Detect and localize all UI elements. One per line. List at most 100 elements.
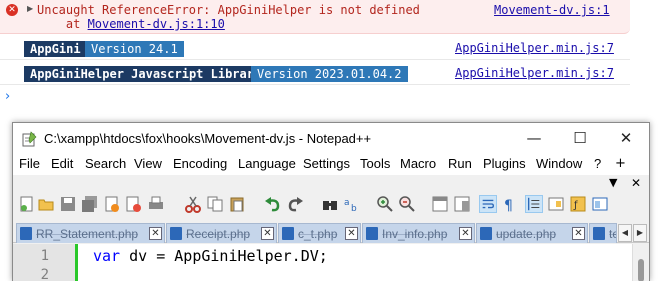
replace-icon[interactable]: ab: [343, 195, 361, 213]
sync-vertical-icon[interactable]: [431, 195, 449, 213]
find-icon[interactable]: [321, 195, 339, 213]
vertical-scrollbar[interactable]: [632, 244, 649, 281]
tab-close-icon[interactable]: ✕: [149, 227, 162, 240]
log-source-link[interactable]: AppGiniHelper.min.js:7: [455, 66, 614, 80]
zoom-in-icon[interactable]: [376, 195, 394, 213]
menu-run[interactable]: Run: [448, 156, 472, 171]
file-icon: [366, 227, 378, 240]
tab-rr-statement[interactable]: RR_Statement.php ✕: [16, 223, 165, 243]
tab-bar: RR_Statement.php ✕ Receipt.php ✕ c_t.php…: [13, 221, 649, 243]
change-history-bar: [75, 244, 78, 281]
tab-close-icon[interactable]: ✕: [459, 227, 472, 240]
menu-file[interactable]: File: [19, 156, 40, 171]
tab-label: Receipt.php: [186, 227, 251, 241]
log-badge-version: Version 24.1: [85, 41, 184, 57]
cut-icon[interactable]: [184, 195, 202, 213]
redo-icon[interactable]: [286, 195, 304, 213]
menu-plugins[interactable]: Plugins: [483, 156, 526, 171]
minimize-button[interactable]: —: [511, 123, 557, 153]
paste-icon[interactable]: [228, 195, 246, 213]
word-wrap-icon[interactable]: [479, 195, 497, 213]
show-all-chars-icon[interactable]: ¶: [501, 195, 519, 213]
file-icon: [20, 227, 32, 240]
menu-edit[interactable]: Edit: [51, 156, 73, 171]
open-file-icon[interactable]: [37, 195, 55, 213]
tab-update[interactable]: update.php ✕: [476, 223, 588, 243]
devtools-console: ✕ ▶ Uncaught ReferenceError: AppGiniHelp…: [0, 0, 660, 118]
tab-scroll-right-icon[interactable]: ▶: [633, 224, 647, 242]
code-keyword: var: [93, 247, 121, 265]
maximize-button[interactable]: ☐: [557, 123, 603, 153]
error-stack: at Movement-dv.js:1:10: [37, 17, 225, 31]
indent-guide-icon[interactable]: [525, 195, 543, 213]
print-icon[interactable]: [147, 195, 165, 213]
console-prompt-icon[interactable]: ›: [5, 89, 10, 104]
close-doc-icon[interactable]: ✕: [631, 176, 641, 190]
title-bar[interactable]: C:\xampp\htdocs\fox\hooks\Movement-dv.js…: [13, 123, 649, 153]
error-icon: ✕: [6, 4, 18, 16]
menu-macro[interactable]: Macro: [400, 156, 436, 171]
scrollbar-thumb[interactable]: [638, 259, 644, 281]
close-all-icon[interactable]: [125, 195, 143, 213]
sync-horizontal-icon[interactable]: [453, 195, 471, 213]
tab-label: Inv_info.php: [382, 227, 448, 241]
expand-arrow-icon[interactable]: ▶: [27, 4, 33, 13]
stack-prefix: at: [37, 17, 88, 31]
code-editor[interactable]: 1 2 var dv = AppGiniHelper.DV;: [13, 244, 649, 281]
svg-text:ƒ: ƒ: [573, 200, 578, 211]
menu-help[interactable]: ?: [594, 156, 601, 171]
line-number-gutter: 1 2: [13, 244, 75, 281]
tab-c-t[interactable]: c_t.php ✕: [278, 223, 361, 243]
undo-icon[interactable]: [264, 195, 282, 213]
tab-receipt[interactable]: Receipt.php ✕: [166, 223, 277, 243]
console-log-row: AppGini Version 24.1 AppGiniHelper.min.j…: [0, 36, 630, 60]
tab-close-icon[interactable]: ✕: [261, 227, 274, 240]
line-number: 2: [40, 267, 49, 281]
new-file-icon[interactable]: [18, 195, 36, 213]
zoom-out-icon[interactable]: [398, 195, 416, 213]
save-icon[interactable]: [59, 195, 77, 213]
menu-view[interactable]: View: [134, 156, 162, 171]
code-text: dv = AppGiniHelper.DV;: [120, 247, 328, 265]
tab-inv-info[interactable]: Inv_info.php ✕: [362, 223, 475, 243]
menu-settings[interactable]: Settings: [303, 156, 350, 171]
chevron-down-icon[interactable]: ▼: [609, 176, 617, 189]
tab-close-icon[interactable]: ✕: [572, 227, 585, 240]
close-file-icon[interactable]: [103, 195, 121, 213]
tab-test[interactable]: test: [589, 223, 617, 243]
error-message: Uncaught ReferenceError: AppGiniHelper i…: [37, 3, 420, 17]
svg-text:a: a: [344, 198, 350, 208]
menu-bar: File Edit Search View Encoding Language …: [13, 153, 649, 175]
menu-search[interactable]: Search: [85, 156, 126, 171]
log-source-link[interactable]: AppGiniHelper.min.js:7: [455, 41, 614, 55]
tab-scroll-left-icon[interactable]: ◀: [618, 224, 632, 242]
function-list-icon[interactable]: ƒ: [569, 195, 587, 213]
document-map-icon[interactable]: [547, 195, 565, 213]
toolbar: ab ¶ ƒ: [13, 193, 649, 217]
log-badge-version: Version 2023.01.04.2: [251, 66, 408, 82]
close-button[interactable]: ✕: [603, 123, 649, 153]
menu-language[interactable]: Language: [238, 156, 296, 171]
tab-label: update.php: [496, 227, 557, 241]
folder-workspace-icon[interactable]: [591, 195, 609, 213]
file-icon: [170, 227, 182, 240]
file-icon: [593, 227, 605, 240]
error-source-link[interactable]: Movement-dv.js:1: [494, 3, 610, 17]
save-all-icon[interactable]: [81, 195, 99, 213]
copy-icon[interactable]: [206, 195, 224, 213]
svg-text:b: b: [351, 204, 357, 213]
menu-encoding[interactable]: Encoding: [173, 156, 227, 171]
file-icon: [480, 227, 492, 240]
log-badge-library: AppGiniHelper Javascript Library: [24, 66, 268, 82]
code-line[interactable]: var dv = AppGiniHelper.DV;: [93, 247, 328, 265]
console-error-row: ✕ ▶ Uncaught ReferenceError: AppGiniHelp…: [0, 0, 630, 34]
menu-tools[interactable]: Tools: [360, 156, 390, 171]
menu-window[interactable]: Window: [536, 156, 582, 171]
tab-close-icon[interactable]: ✕: [345, 227, 358, 240]
stack-link[interactable]: Movement-dv.js:1:10: [88, 17, 225, 31]
plus-icon[interactable]: +: [615, 156, 626, 171]
log-badge-app: AppGini: [24, 41, 87, 57]
tab-label: test: [609, 227, 616, 241]
tab-label: c_t.php: [298, 227, 338, 241]
file-icon: [282, 227, 294, 240]
